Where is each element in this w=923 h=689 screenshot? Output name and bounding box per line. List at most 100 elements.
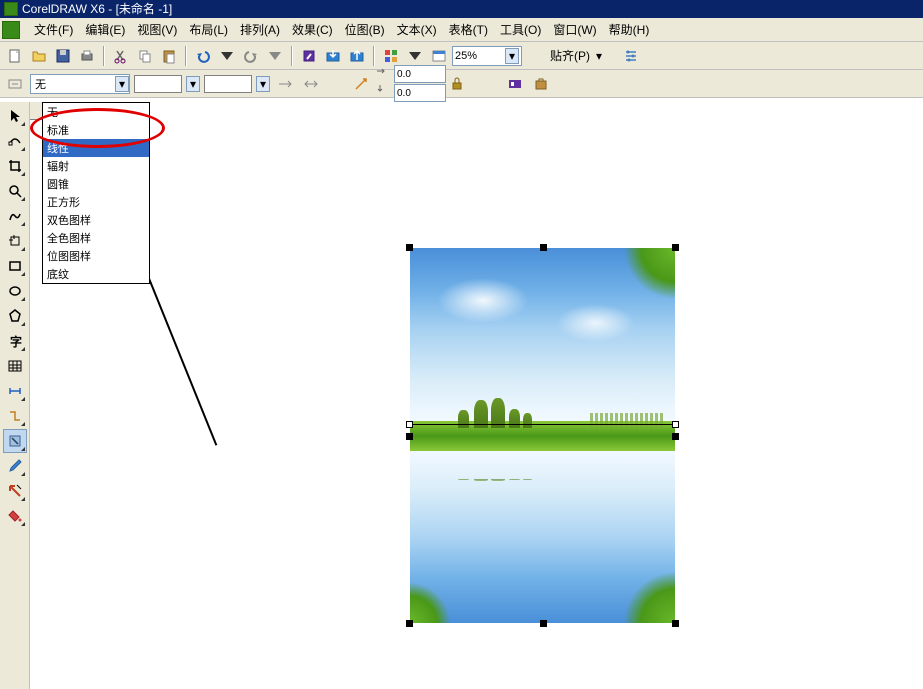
- selection-handle-n[interactable]: [540, 244, 547, 251]
- menu-arrange[interactable]: 排列(A): [234, 18, 286, 41]
- zoom-tool[interactable]: [3, 179, 27, 203]
- text-tool[interactable]: 字: [3, 329, 27, 353]
- dd-item-uniform[interactable]: 标准: [43, 121, 149, 139]
- spinner-group-1: [376, 65, 446, 102]
- selection-handle-sw[interactable]: [406, 620, 413, 627]
- interactive-fill-tool[interactable]: [3, 429, 27, 453]
- freehand-tool[interactable]: [3, 204, 27, 228]
- menu-tools[interactable]: 工具(O): [494, 18, 547, 41]
- snap-label[interactable]: 贴齐(P): [546, 47, 594, 64]
- title-bar: CorelDRAW X6 - [未命名 -1]: [0, 0, 923, 18]
- toolbox: 字: [0, 102, 30, 689]
- import-button[interactable]: [322, 45, 344, 67]
- chevron-down-icon[interactable]: ▾: [505, 48, 519, 64]
- dd-item-fullcolor[interactable]: 全色图样: [43, 229, 149, 247]
- save-button[interactable]: [52, 45, 74, 67]
- edit-fill-button[interactable]: [504, 73, 526, 95]
- rectangle-tool[interactable]: [3, 254, 27, 278]
- cut-button[interactable]: [110, 45, 132, 67]
- dd-item-bitmap[interactable]: 位图图样: [43, 247, 149, 265]
- search-button[interactable]: [298, 45, 320, 67]
- dd-item-none[interactable]: 无: [43, 103, 149, 121]
- spinner-y-input[interactable]: [394, 84, 446, 102]
- dd-item-twocolor[interactable]: 双色图样: [43, 211, 149, 229]
- separator: [103, 46, 105, 66]
- export-button[interactable]: [346, 45, 368, 67]
- y-icon: [376, 84, 392, 100]
- outline-tool[interactable]: [3, 479, 27, 503]
- fountain-type2-button[interactable]: [300, 73, 322, 95]
- fountain-type1-button[interactable]: [274, 73, 296, 95]
- undo-dropdown[interactable]: [216, 45, 238, 67]
- presets-button[interactable]: [4, 73, 26, 95]
- menu-table[interactable]: 表格(T): [443, 18, 494, 41]
- fill-type-dropdown-list[interactable]: 无 标准 线性 辐射 圆锥 正方形 双色图样 全色图样 位图图样 底纹: [42, 102, 150, 284]
- menu-edit[interactable]: 编辑(E): [79, 18, 131, 41]
- color-from-swatch[interactable]: [134, 75, 182, 93]
- pick-tool[interactable]: [3, 104, 27, 128]
- selection-handle-e[interactable]: [672, 433, 679, 440]
- selection-handle-ne[interactable]: [672, 244, 679, 251]
- dd-item-linear[interactable]: 线性: [43, 139, 149, 157]
- menu-window[interactable]: 窗口(W): [547, 18, 602, 41]
- spinner-x-input[interactable]: [394, 65, 446, 83]
- dd-item-radial[interactable]: 辐射: [43, 157, 149, 175]
- fill-vector-end[interactable]: [672, 421, 679, 428]
- selection-handle-nw[interactable]: [406, 244, 413, 251]
- print-button[interactable]: [76, 45, 98, 67]
- menu-effects[interactable]: 效果(C): [286, 18, 339, 41]
- chevron-down-icon[interactable]: ▾: [596, 49, 602, 63]
- copy-button[interactable]: [134, 45, 156, 67]
- table-tool[interactable]: [3, 354, 27, 378]
- menu-bitmap[interactable]: 位图(B): [339, 18, 391, 41]
- copy-fill-button[interactable]: [530, 73, 552, 95]
- undo-button[interactable]: [192, 45, 214, 67]
- lock-icon[interactable]: [450, 76, 466, 92]
- shape-tool[interactable]: [3, 129, 27, 153]
- menu-layout[interactable]: 布局(L): [183, 18, 234, 41]
- smart-fill-tool[interactable]: [3, 229, 27, 253]
- dimension-tool[interactable]: [3, 379, 27, 403]
- redo-button[interactable]: [240, 45, 262, 67]
- new-button[interactable]: [4, 45, 26, 67]
- separator: [373, 46, 375, 66]
- chevron-down-icon[interactable]: ▾: [186, 76, 200, 92]
- selection-handle-s[interactable]: [540, 620, 547, 627]
- zoom-combo[interactable]: ▾: [452, 46, 522, 66]
- fill-type-combo[interactable]: 无 ▾: [30, 74, 130, 94]
- app-launcher-button[interactable]: [380, 45, 402, 67]
- dd-item-square[interactable]: 正方形: [43, 193, 149, 211]
- fill-vector-start[interactable]: [406, 421, 413, 428]
- chevron-down-icon[interactable]: ▾: [256, 76, 270, 92]
- selected-image-object[interactable]: [410, 248, 675, 623]
- chevron-down-icon[interactable]: ▾: [115, 76, 129, 92]
- menu-help[interactable]: 帮助(H): [603, 18, 656, 41]
- crop-tool[interactable]: [3, 154, 27, 178]
- zoom-input[interactable]: [455, 50, 505, 62]
- dd-item-conical[interactable]: 圆锥: [43, 175, 149, 193]
- ellipse-tool[interactable]: [3, 279, 27, 303]
- options-button[interactable]: [620, 45, 642, 67]
- menu-view[interactable]: 视图(V): [131, 18, 183, 41]
- redo-dropdown[interactable]: [264, 45, 286, 67]
- eyedropper-tool[interactable]: [3, 454, 27, 478]
- fill-vector-line[interactable]: [409, 424, 676, 425]
- color-to-swatch[interactable]: [204, 75, 252, 93]
- selection-handle-w[interactable]: [406, 433, 413, 440]
- polygon-tool[interactable]: [3, 304, 27, 328]
- direction-button[interactable]: [350, 73, 372, 95]
- app-dropdown[interactable]: [404, 45, 426, 67]
- fill-type-value: 无: [31, 76, 115, 92]
- selection-handle-se[interactable]: [672, 620, 679, 627]
- app-icon: [4, 2, 18, 16]
- fill-tool[interactable]: [3, 504, 27, 528]
- dd-item-texture[interactable]: 底纹: [43, 265, 149, 283]
- connector-tool[interactable]: [3, 404, 27, 428]
- standard-toolbar: ▾ 贴齐(P) ▾: [0, 42, 923, 70]
- welcome-button[interactable]: [428, 45, 450, 67]
- paste-button[interactable]: [158, 45, 180, 67]
- menu-file[interactable]: 文件(F): [28, 18, 79, 41]
- x-icon: [376, 67, 392, 83]
- open-button[interactable]: [28, 45, 50, 67]
- menu-text[interactable]: 文本(X): [391, 18, 443, 41]
